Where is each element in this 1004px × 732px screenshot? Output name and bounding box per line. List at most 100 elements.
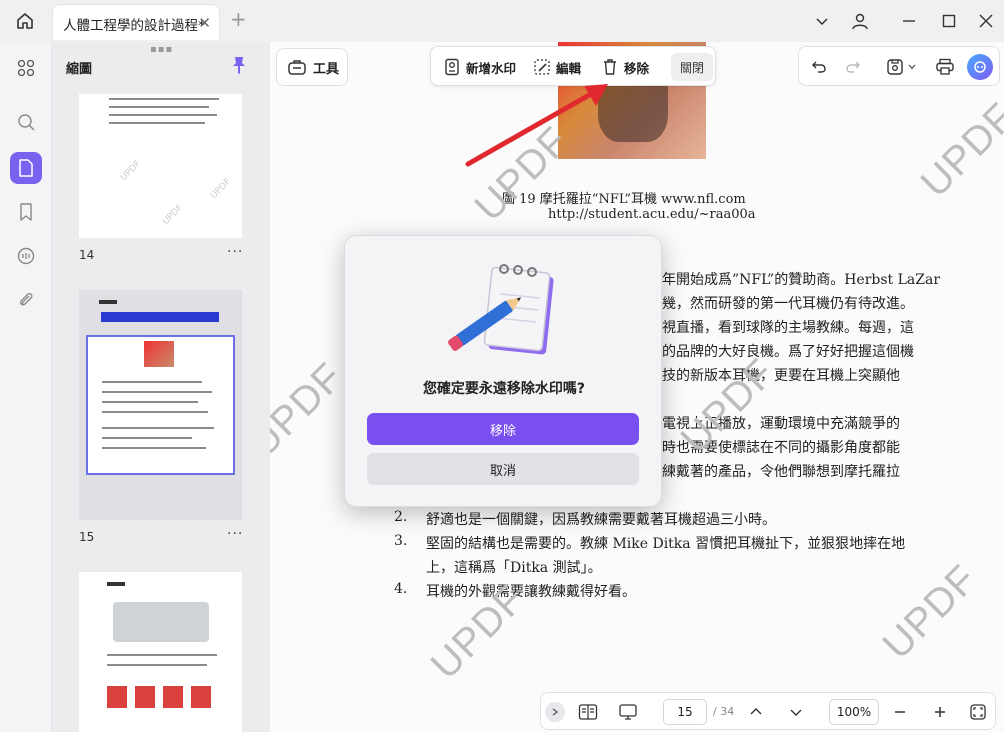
dialog-message: 您確定要永遠移除水印嗎? (422, 381, 586, 397)
thumb-text-line (102, 401, 198, 403)
bookmark-icon (20, 203, 32, 221)
save-options-dropdown[interactable] (905, 55, 919, 79)
thumb-text-line (107, 654, 217, 656)
plus-icon (935, 707, 945, 717)
thumb-image (113, 602, 209, 642)
grid-icon (17, 59, 35, 77)
new-tab-button[interactable]: + (230, 8, 247, 30)
rail-thumbnails-button[interactable] (10, 152, 42, 184)
undo-icon (812, 61, 826, 73)
watermark-text: UPDF (874, 556, 986, 668)
body-text-line: 年開始成爲”NFL”的贊助商。Herbst LaZar (662, 272, 941, 288)
redo-icon (846, 61, 860, 73)
redo-button[interactable] (841, 55, 865, 79)
thumbnail-page-15[interactable] (79, 290, 242, 520)
fit-page-button[interactable] (965, 699, 991, 725)
presentation-icon (619, 704, 637, 720)
watermark-text: UPDF (912, 94, 1004, 206)
minimize-button[interactable] (895, 8, 923, 34)
tabs-dropdown-button[interactable] (808, 8, 836, 34)
thumb-text-line (109, 114, 217, 116)
thumb-text-line (102, 437, 192, 439)
search-icon (18, 114, 35, 131)
rail-attachment-button[interactable] (10, 284, 42, 316)
watermark-text: UPDF (270, 354, 352, 466)
list-item-text: 上，這稱爲「Ditka 測試」。 (426, 560, 602, 576)
tools-button[interactable]: 工具 (276, 48, 348, 86)
printer-icon (936, 58, 954, 75)
rail-apps-button[interactable] (10, 52, 42, 84)
thumbnail-page-number: 15 (79, 530, 95, 544)
next-page-button[interactable] (783, 699, 809, 725)
thumbnail-panel-title: 縮圖 (66, 62, 93, 77)
thumb-logo (99, 300, 117, 304)
thumbnail-more-button[interactable]: ··· (227, 244, 243, 260)
rail-bookmark-button[interactable] (10, 196, 42, 228)
red-arrow-annotation (465, 84, 608, 167)
thumb-selection-frame (86, 335, 235, 475)
thumb-image (144, 341, 174, 367)
account-button[interactable] (846, 8, 874, 34)
chevron-down-icon (816, 18, 828, 26)
chevron-up-icon (750, 708, 762, 715)
chevron-down-icon (790, 709, 802, 716)
zoom-in-button[interactable] (927, 699, 953, 725)
thumbnail-page-16[interactable] (79, 572, 242, 732)
thumbnail-more-button[interactable]: ··· (227, 526, 243, 542)
bottom-toolbar: 15 / 34 100% (540, 692, 996, 730)
ai-assistant-icon (974, 61, 986, 73)
thumb-watermark: UPDF (118, 158, 144, 184)
confirm-remove-button[interactable]: 移除 (367, 413, 639, 445)
chevron-right-icon (552, 708, 559, 716)
page-total: / 34 (713, 705, 735, 718)
thumb-text-line (109, 122, 205, 124)
page-layout-button[interactable] (575, 699, 601, 725)
thumbnail-page-number: 14 (79, 248, 95, 262)
thumb-image (107, 686, 215, 708)
collapse-bar-button[interactable] (545, 702, 565, 722)
pin-panel-button[interactable] (228, 54, 250, 76)
save-icon (887, 59, 903, 75)
zoom-level-input[interactable]: 100% (829, 699, 879, 725)
undo-button[interactable] (807, 55, 831, 79)
thumb-text-line (109, 98, 219, 100)
rail-search-button[interactable] (10, 106, 42, 138)
close-watermark-toolbar-button[interactable]: 關閉 (671, 53, 713, 81)
cancel-button[interactable]: 取消 (367, 453, 639, 485)
tab-title: 人體工程學的設計過程* (63, 18, 205, 34)
notepad-pencil-illustration (448, 264, 554, 355)
ai-assistant-button[interactable] (967, 54, 993, 80)
rail-comment-button[interactable] (10, 240, 42, 272)
two-page-icon (578, 704, 598, 720)
save-button[interactable] (883, 55, 907, 79)
chevron-down-icon (908, 64, 916, 70)
list-item-text: 舒適也是一個關鍵，因爲教練需要戴著耳機超過三小時。 (426, 512, 776, 528)
thumb-text-line (102, 391, 212, 393)
add-watermark-icon (445, 58, 459, 76)
home-button[interactable] (8, 6, 42, 36)
zoom-out-button[interactable] (887, 699, 913, 725)
minimize-icon (903, 20, 915, 22)
close-window-button[interactable] (972, 8, 1000, 34)
list-number: 2. (394, 509, 408, 525)
page-icon (19, 159, 33, 177)
fit-screen-icon (970, 704, 986, 720)
page-number-input[interactable]: 15 (663, 699, 707, 725)
tab-close-button[interactable]: ✕ (198, 14, 211, 32)
thumb-text-line (102, 427, 214, 429)
thumbnail-page-14[interactable]: UPDF UPDF UPDF (79, 94, 242, 238)
document-tab[interactable]: 人體工程學的設計過程* ✕ (52, 4, 220, 40)
home-icon (17, 13, 33, 29)
pin-icon (233, 57, 245, 74)
previous-page-button[interactable] (743, 699, 769, 725)
maximize-button[interactable] (935, 8, 963, 34)
thumb-logo (107, 582, 125, 586)
title-bar: 人體工程學的設計過程* ✕ + (0, 0, 1004, 42)
slideshow-button[interactable] (615, 699, 641, 725)
user-icon (852, 13, 868, 30)
print-button[interactable] (933, 55, 957, 79)
panel-grip[interactable]: ▪▪▪ (150, 44, 173, 55)
comment-icon (17, 247, 35, 265)
list-item-text: 耳機的外觀需要讓教練戴得好看。 (426, 584, 636, 600)
body-text-line: 練戴著的產品，令他們聯想到摩托羅拉 (662, 464, 900, 480)
